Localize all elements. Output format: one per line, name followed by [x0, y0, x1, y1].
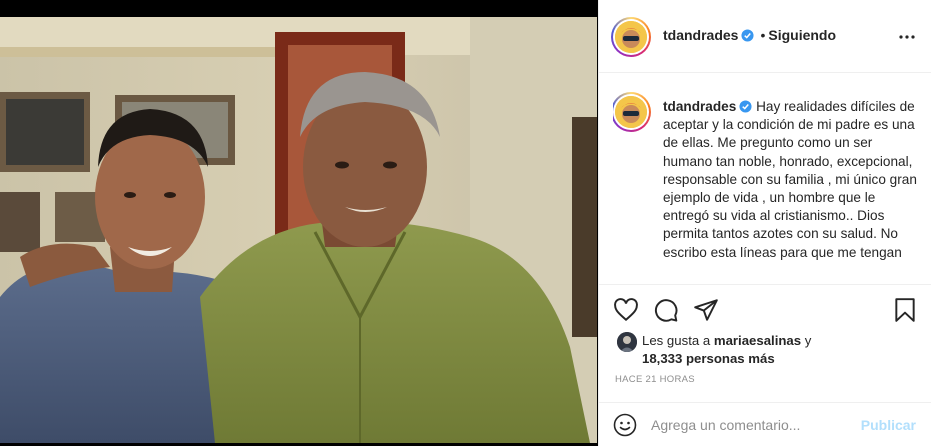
- comment-input[interactable]: [651, 411, 851, 439]
- heart-icon[interactable]: [613, 297, 639, 323]
- author-username[interactable]: tdandrades: [663, 27, 738, 43]
- likes-text: Les gusta a mariaesalinas y 18,333 perso…: [642, 332, 922, 368]
- caption-avatar-illustration: [615, 96, 647, 128]
- post-timestamp[interactable]: HACE 21 HORAS: [615, 374, 695, 385]
- publish-button[interactable]: Publicar: [861, 417, 916, 433]
- post-photo-image: [0, 17, 597, 443]
- liker-avatar-image: [617, 332, 637, 352]
- caption-verified-badge-icon: [739, 100, 752, 113]
- emoji-icon[interactable]: [613, 413, 637, 437]
- post-side-panel: tdandrades • Siguiendo tdandrades Hay re…: [598, 0, 931, 446]
- following-button[interactable]: Siguiendo: [768, 27, 836, 43]
- more-options-icon[interactable]: [898, 28, 916, 46]
- share-icon[interactable]: [693, 297, 719, 323]
- post-modal: tdandrades • Siguiendo tdandrades Hay re…: [0, 0, 931, 446]
- caption-text: Hay realidades difíciles de aceptar y la…: [663, 99, 917, 260]
- bookmark-icon[interactable]: [892, 297, 918, 323]
- comment-bar: Publicar: [599, 402, 931, 446]
- likes-connector: y: [804, 333, 812, 348]
- avatar-border: [613, 19, 649, 55]
- avatar-image: [615, 21, 647, 53]
- verified-badge-icon: [741, 29, 755, 42]
- likes-prefix: Les gusta a: [642, 333, 711, 348]
- caption-body: tdandrades Hay realidades difíciles de a…: [663, 98, 918, 262]
- avatar-illustration: [615, 21, 647, 53]
- post-photo[interactable]: [0, 17, 597, 443]
- caption-avatar-border: [613, 94, 649, 130]
- header-separator: •: [760, 27, 766, 43]
- header-user-info: tdandrades • Siguiendo: [663, 27, 836, 45]
- caption-author-avatar[interactable]: [613, 92, 651, 132]
- author-avatar[interactable]: [611, 17, 651, 57]
- caption-username[interactable]: tdandrades: [663, 99, 736, 114]
- action-bar: [599, 284, 931, 334]
- post-header: tdandrades • Siguiendo: [599, 0, 931, 73]
- comment-icon[interactable]: [653, 297, 679, 323]
- caption-avatar-image: [615, 96, 647, 128]
- liker-avatar[interactable]: [617, 332, 637, 352]
- post-caption: tdandrades Hay realidades difíciles de a…: [613, 92, 918, 282]
- likes-count-link[interactable]: 18,333 personas más: [642, 351, 775, 366]
- likes-user-link[interactable]: mariaesalinas: [714, 333, 801, 348]
